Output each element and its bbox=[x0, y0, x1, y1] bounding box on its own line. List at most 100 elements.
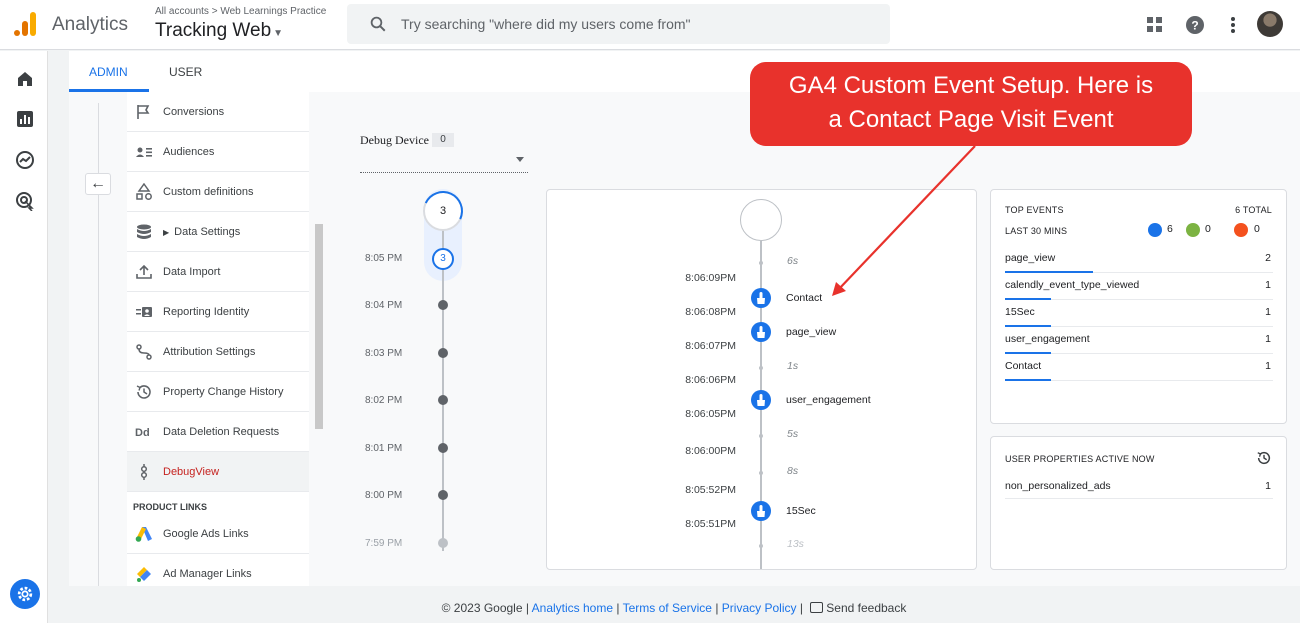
admin-settings-button[interactable] bbox=[10, 579, 40, 609]
property-nav: Conversions Audiences Custom definitions… bbox=[127, 92, 309, 594]
top-events-title: TOP EVENTS bbox=[1005, 205, 1064, 215]
shapes-icon bbox=[136, 183, 152, 200]
apps-grid-icon[interactable] bbox=[1144, 14, 1166, 36]
event-label-user-engagement[interactable]: user_engagement bbox=[786, 394, 871, 406]
minute-dot[interactable] bbox=[438, 538, 448, 548]
analytics-logo-icon[interactable] bbox=[14, 12, 38, 36]
events-count: 6 bbox=[1167, 223, 1173, 235]
nav-item-audiences[interactable]: Audiences bbox=[127, 132, 309, 172]
advertising-icon[interactable] bbox=[15, 191, 35, 211]
nav-item-conversions[interactable]: Conversions bbox=[127, 92, 309, 132]
nav-item-custom-definitions[interactable]: Custom definitions bbox=[127, 172, 309, 212]
minute-dot[interactable] bbox=[438, 490, 448, 500]
nav-item-data-settings[interactable]: ▶ Data Settings bbox=[127, 212, 309, 252]
left-rail bbox=[0, 51, 48, 623]
property-name: Tracking Web bbox=[155, 20, 272, 41]
send-feedback-button[interactable]: Send feedback bbox=[806, 601, 906, 615]
debug-device-label: Debug Device bbox=[360, 133, 429, 147]
nav-label: Ad Manager Links bbox=[163, 568, 252, 580]
event-icon[interactable] bbox=[751, 288, 771, 308]
user-property-value: 1 bbox=[1265, 480, 1271, 492]
nav-item-reporting-identity[interactable]: Reporting Identity bbox=[127, 292, 309, 332]
reports-icon[interactable] bbox=[15, 109, 35, 129]
help-icon[interactable]: ? bbox=[1184, 14, 1206, 36]
top-event-name: page_view bbox=[1005, 252, 1056, 264]
annotation-callout: GA4 Custom Event Setup. Here is a Contac… bbox=[750, 62, 1192, 146]
top-event-row[interactable]: Contact 1 bbox=[1005, 354, 1273, 381]
top-event-share-bar bbox=[1005, 379, 1051, 381]
nav-item-google-ads-links[interactable]: Google Ads Links bbox=[127, 514, 309, 554]
footer: © 2023 Google | Analytics home | Terms o… bbox=[48, 586, 1300, 623]
stream-gap: 13s bbox=[787, 538, 804, 550]
top-event-count: 2 bbox=[1265, 252, 1271, 264]
nav-label: Reporting Identity bbox=[163, 306, 250, 318]
stream-tick bbox=[759, 471, 763, 475]
avatar[interactable] bbox=[1257, 11, 1283, 37]
upload-icon bbox=[136, 264, 152, 279]
top-events-total: 6 TOTAL bbox=[1235, 205, 1272, 215]
minute-label: 8:05 PM bbox=[365, 253, 403, 264]
top-events-card: TOP EVENTS 6 TOTAL LAST 30 MINS 6 0 0 pa… bbox=[990, 189, 1287, 424]
top-event-row[interactable]: page_view 2 bbox=[1005, 246, 1273, 273]
tab-admin[interactable]: ADMIN bbox=[89, 65, 128, 79]
stream-gap: 5s bbox=[787, 428, 799, 440]
property-selector[interactable]: Tracking Web ▼ bbox=[155, 20, 283, 42]
separator: | bbox=[616, 601, 620, 615]
minute-selected-counter[interactable]: 3 bbox=[432, 248, 454, 270]
top-event-name: user_engagement bbox=[1005, 333, 1090, 345]
top-event-count: 1 bbox=[1265, 306, 1271, 318]
stream-time: 8:06:08PM bbox=[685, 306, 736, 318]
minute-dot[interactable] bbox=[438, 300, 448, 310]
stream-gap: 1s bbox=[787, 360, 799, 372]
nav-item-attribution-settings[interactable]: Attribution Settings bbox=[127, 332, 309, 372]
top-event-row[interactable]: calendly_event_type_viewed 1 bbox=[1005, 273, 1273, 300]
separator: | bbox=[715, 601, 719, 615]
event-icon[interactable] bbox=[751, 501, 771, 521]
nav-scrollbar[interactable] bbox=[315, 224, 323, 429]
nav-item-property-change-history[interactable]: Property Change History bbox=[127, 372, 309, 412]
stream-time: 8:06:06PM bbox=[685, 374, 736, 386]
privacy-link[interactable]: Privacy Policy bbox=[722, 601, 797, 615]
minute-label: 8:01 PM bbox=[365, 443, 403, 454]
more-vert-icon[interactable] bbox=[1222, 14, 1244, 36]
attribution-icon bbox=[136, 344, 152, 360]
minute-dot[interactable] bbox=[438, 395, 448, 405]
event-label-15sec[interactable]: 15Sec bbox=[786, 505, 816, 517]
nav-label: Custom definitions bbox=[163, 186, 254, 198]
event-icon[interactable] bbox=[751, 390, 771, 410]
google-ads-icon bbox=[135, 527, 152, 542]
callout-line-1: GA4 Custom Event Setup. Here is bbox=[788, 72, 1154, 99]
top-event-row[interactable]: 15Sec 1 bbox=[1005, 300, 1273, 327]
top-event-count: 1 bbox=[1265, 279, 1271, 291]
conversions-count: 0 bbox=[1205, 223, 1211, 235]
minute-dot[interactable] bbox=[438, 348, 448, 358]
breadcrumb[interactable]: All accounts > Web Learnings Practice bbox=[155, 6, 326, 17]
search-bar[interactable]: Try searching "where did my users come f… bbox=[347, 4, 890, 44]
nav-label: Property Change History bbox=[163, 386, 284, 398]
event-label-page-view[interactable]: page_view bbox=[786, 326, 836, 338]
minute-label: 8:04 PM bbox=[365, 300, 403, 311]
analytics-home-link[interactable]: Analytics home bbox=[532, 601, 613, 615]
nav-item-data-import[interactable]: Data Import bbox=[127, 252, 309, 292]
event-label-contact[interactable]: Contact bbox=[786, 292, 822, 304]
stream-time: 8:05:51PM bbox=[685, 518, 736, 530]
nav-item-debugview[interactable]: DebugView bbox=[127, 452, 309, 492]
minute-dot[interactable] bbox=[438, 443, 448, 453]
home-icon[interactable] bbox=[15, 69, 35, 89]
stream-time: 8:06:09PM bbox=[685, 272, 736, 284]
event-icon[interactable] bbox=[751, 322, 771, 342]
minute-label: 8:00 PM bbox=[365, 490, 403, 501]
terms-link[interactable]: Terms of Service bbox=[623, 601, 712, 615]
back-arrow-button[interactable]: ← bbox=[85, 173, 111, 195]
expand-arrow-icon: ▶ bbox=[163, 228, 170, 237]
user-property-row[interactable]: non_personalized_ads 1 bbox=[1005, 475, 1273, 499]
debug-device-select[interactable] bbox=[360, 153, 528, 173]
nav-item-data-deletion-requests[interactable]: Dd Data Deletion Requests bbox=[127, 412, 309, 452]
search-placeholder: Try searching "where did my users come f… bbox=[401, 16, 691, 32]
explore-icon[interactable] bbox=[15, 150, 35, 170]
minute-label: 8:02 PM bbox=[365, 395, 403, 406]
stream-tick bbox=[759, 544, 763, 548]
tab-user[interactable]: USER bbox=[169, 65, 202, 79]
top-event-row[interactable]: user_engagement 1 bbox=[1005, 327, 1273, 354]
history-icon[interactable] bbox=[1256, 450, 1272, 466]
